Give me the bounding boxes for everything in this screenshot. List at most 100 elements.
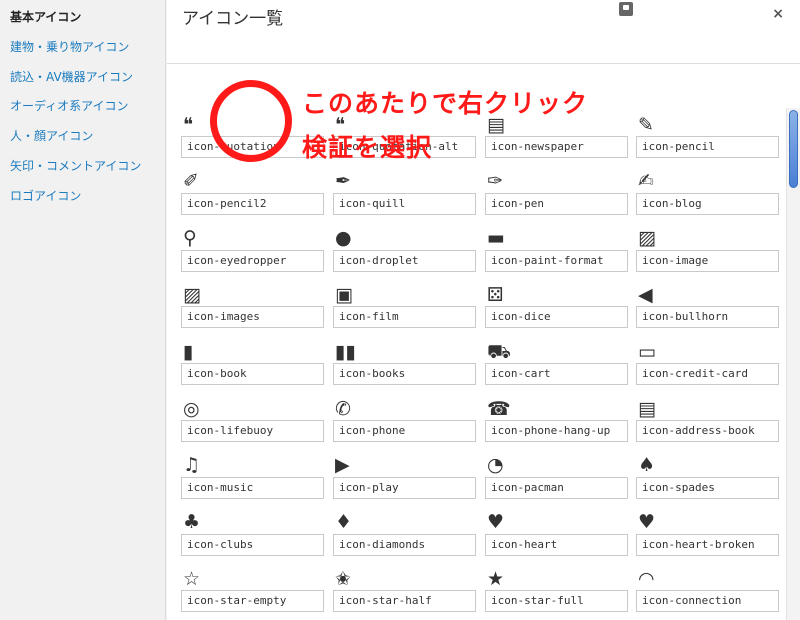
sidebar-item-logos[interactable]: ロゴアイコン — [10, 187, 81, 204]
icon-cell[interactable]: ◎ icon-lifebuoy — [181, 398, 324, 448]
icon-cell[interactable]: ◠ icon-connection — [636, 568, 779, 618]
cart-icon: ⛟ — [487, 340, 511, 363]
icon-cell[interactable]: ◔ icon-pacman — [485, 455, 628, 505]
star-half-icon: ✬ — [335, 567, 351, 590]
icon-cell[interactable]: ▭ icon-credit-card — [636, 341, 779, 391]
icon-name-field[interactable]: icon-address-book — [636, 420, 779, 442]
icon-name-field[interactable]: icon-star-full — [485, 590, 628, 613]
sidebar-item-audio[interactable]: オーディオ系アイコン — [10, 97, 129, 114]
icon-cell[interactable]: ▶ icon-play — [333, 455, 476, 505]
icon-name-field[interactable]: icon-book — [181, 363, 324, 386]
icon-name-field[interactable]: icon-diamonds — [333, 533, 476, 556]
icon-cell[interactable]: ✎ icon-pencil — [636, 114, 779, 164]
icon-cell[interactable]: ⚄ icon-dice — [485, 284, 628, 334]
icon-name-field[interactable]: icon-pencil — [636, 136, 779, 158]
icon-cell[interactable]: ⛟ icon-cart — [485, 341, 628, 391]
icon-cell[interactable]: ☆ icon-star-empty — [181, 568, 324, 618]
pencil-icon: ✎ — [638, 113, 654, 136]
icon-name-field[interactable]: icon-star-empty — [181, 590, 324, 613]
icon-name-field[interactable]: icon-image — [636, 249, 779, 272]
icon-cell[interactable]: ✐ icon-pencil2 — [181, 171, 324, 221]
icon-cell[interactable]: ⚲ icon-eyedropper — [181, 228, 324, 278]
address-book-icon: ▤ — [638, 397, 656, 420]
icon-name-field[interactable]: icon-play — [333, 476, 476, 499]
icon-cell[interactable]: ✍ icon-blog — [636, 171, 779, 221]
icon-name-field[interactable]: icon-phone-hang-up — [485, 420, 628, 442]
sidebar-item-people-faces[interactable]: 人・顔アイコン — [10, 127, 93, 144]
sidebar-heading: 基本アイコン — [10, 10, 82, 24]
icon-cell[interactable]: ▣ icon-film — [333, 284, 476, 334]
star-full-icon: ★ — [487, 567, 505, 590]
connection-icon: ◠ — [638, 567, 655, 590]
icon-name-field[interactable]: icon-film — [333, 306, 476, 329]
icon-cell[interactable]: ☎ icon-phone-hang-up — [485, 398, 628, 448]
film-icon: ▣ — [335, 283, 353, 306]
icon-cell[interactable]: ♥ icon-heart-broken — [636, 512, 779, 562]
icon-name-field[interactable]: icon-phone — [333, 420, 476, 442]
icon-cell[interactable]: ♣ icon-clubs — [181, 512, 324, 562]
icon-cell[interactable]: ✆ icon-phone — [333, 398, 476, 448]
icon-name-field[interactable]: icon-books — [333, 363, 476, 386]
icon-name-field[interactable]: icon-quill — [333, 192, 476, 215]
icon-name-field[interactable]: icon-spades — [636, 476, 779, 499]
icon-name-field[interactable]: icon-bullhorn — [636, 306, 779, 329]
icon-name-field[interactable]: icon-heart-broken — [636, 533, 779, 556]
phone-hang-up-icon: ☎ — [487, 397, 511, 420]
scrollbar-thumb[interactable] — [789, 110, 798, 188]
pencil2-icon: ✐ — [183, 170, 199, 193]
paint-format-icon: ▬ — [487, 227, 505, 250]
icon-name-field[interactable]: icon-pen — [485, 192, 628, 215]
icon-name-field[interactable]: icon-pacman — [485, 476, 628, 499]
sidebar-item-arrows-comments[interactable]: 矢印・コメントアイコン — [10, 157, 141, 174]
icon-name-field[interactable]: icon-clubs — [181, 533, 324, 556]
annotation-line-1: このあたりで右クリック — [302, 89, 589, 118]
annotation-circle — [210, 80, 292, 162]
icon-name-field[interactable]: icon-music — [181, 476, 324, 499]
icon-name-field[interactable]: icon-lifebuoy — [181, 420, 324, 442]
star-empty-icon: ☆ — [183, 567, 201, 590]
icon-cell[interactable]: ♠ icon-spades — [636, 455, 779, 505]
icon-cell[interactable]: ▬ icon-paint-format — [485, 228, 628, 278]
icon-name-field[interactable]: icon-connection — [636, 590, 779, 613]
close-button[interactable]: × — [772, 6, 784, 22]
credit-card-icon: ▭ — [638, 340, 656, 363]
sidebar-item-loading-av[interactable]: 読込・AV機器アイコン — [10, 68, 133, 85]
icon-name-field[interactable]: icon-images — [181, 306, 324, 329]
images-icon: ▨ — [183, 283, 201, 306]
icon-name-field[interactable]: icon-star-half — [333, 590, 476, 613]
icon-cell[interactable]: ✑ icon-pen — [485, 171, 628, 221]
icon-cell[interactable]: ● icon-droplet — [333, 228, 476, 278]
icon-cell[interactable]: ▤ icon-address-book — [636, 398, 779, 448]
sidebar-item-buildings-vehicles[interactable]: 建物・乗り物アイコン — [10, 38, 129, 55]
icon-name-field[interactable]: icon-blog — [636, 192, 779, 215]
icon-cell[interactable]: ▮ icon-book — [181, 341, 324, 391]
icon-cell[interactable]: ♫ icon-music — [181, 455, 324, 505]
icon-cell[interactable]: ◀ icon-bullhorn — [636, 284, 779, 334]
icon-cell[interactable]: ▤ icon-newspaper — [485, 114, 628, 164]
vertical-scrollbar[interactable] — [786, 108, 800, 620]
icon-cell[interactable]: ♦ icon-diamonds — [333, 512, 476, 562]
pacman-icon: ◔ — [487, 454, 504, 477]
books-icon: ▮▮ — [335, 340, 356, 363]
icon-cell[interactable]: ♥ icon-heart — [485, 512, 628, 562]
icon-name-field[interactable]: icon-cart — [485, 363, 628, 386]
icon-cell[interactable]: ✒ icon-quill — [333, 171, 476, 221]
dice-icon: ⚄ — [487, 283, 504, 306]
icon-name-field[interactable]: icon-heart — [485, 533, 628, 556]
screen-icon[interactable] — [619, 2, 633, 16]
icon-name-field[interactable]: icon-eyedropper — [181, 249, 324, 272]
icon-name-field[interactable]: icon-pencil2 — [181, 192, 324, 215]
music-icon: ♫ — [183, 454, 201, 477]
icon-name-field[interactable]: icon-credit-card — [636, 363, 779, 386]
icon-name-field[interactable]: icon-newspaper — [485, 136, 628, 158]
icon-cell[interactable]: ▨ icon-images — [181, 284, 324, 334]
icon-cell[interactable]: ▮▮ icon-books — [333, 341, 476, 391]
icon-name-field[interactable]: icon-paint-format — [485, 249, 628, 272]
quill-icon: ✒ — [335, 170, 351, 193]
icon-cell[interactable]: ✬ icon-star-half — [333, 568, 476, 618]
icon-name-field[interactable]: icon-droplet — [333, 249, 476, 272]
phone-icon: ✆ — [335, 397, 351, 420]
icon-name-field[interactable]: icon-dice — [485, 306, 628, 329]
icon-cell[interactable]: ▨ icon-image — [636, 228, 779, 278]
icon-cell[interactable]: ★ icon-star-full — [485, 568, 628, 618]
